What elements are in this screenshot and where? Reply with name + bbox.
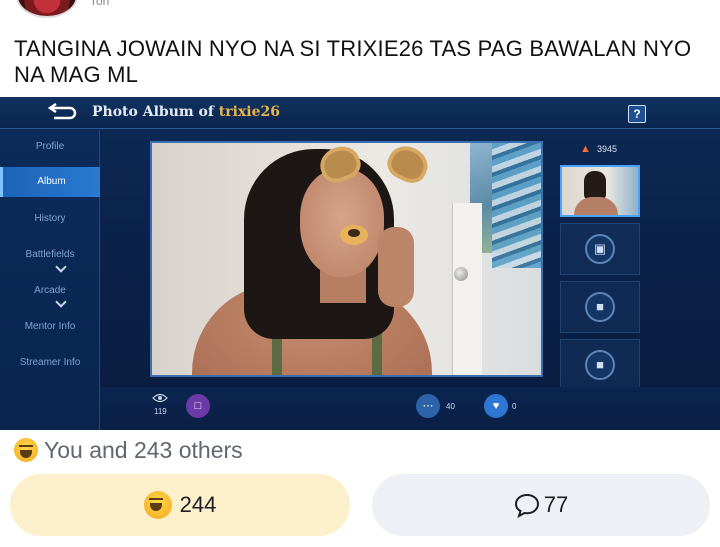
sidebar-item-battlefields[interactable]: Battlefields	[0, 240, 100, 270]
haha-reaction-button[interactable]: 244	[10, 474, 350, 536]
locked-slot[interactable]: ■	[560, 339, 640, 391]
author-avatar[interactable]	[16, 0, 78, 18]
reaction-summary-text: You and 243 others	[44, 437, 243, 463]
dog-nose-filter	[340, 225, 368, 245]
lock-icon: ■	[585, 350, 615, 380]
help-icon[interactable]: ?	[628, 105, 646, 123]
game-topbar: Photo Album of trixie26 ?	[0, 97, 720, 129]
sidebar-item-mentor-info[interactable]: Mentor Info	[0, 312, 100, 342]
haha-count: 244	[179, 492, 217, 517]
photo-thumbnail[interactable]	[560, 165, 640, 217]
photo-door-knob	[454, 267, 468, 281]
author-name[interactable]: ron	[92, 0, 109, 8]
sidebar-item-album[interactable]: Album	[0, 167, 100, 197]
camera-icon[interactable]: ▣	[585, 234, 615, 264]
like-count: 3945	[597, 144, 618, 154]
sidebar-item-profile[interactable]: Profile	[0, 132, 100, 162]
heart-icon[interactable]: ♥	[484, 394, 508, 418]
album-username: trixie26	[218, 104, 281, 120]
comment-count: 77	[543, 492, 569, 517]
reaction-summary[interactable]: You and 243 others	[14, 436, 243, 464]
game-screenshot[interactable]: Photo Album of trixie26 ? Profile Album …	[0, 97, 720, 430]
album-title: Photo Album of trixie26	[92, 104, 280, 120]
upload-slot[interactable]: ▣	[560, 223, 640, 275]
comment-icon	[514, 493, 539, 518]
chat-icon[interactable]: ⋯	[416, 394, 440, 418]
view-count: 119	[154, 407, 167, 416]
photo-face	[300, 169, 384, 277]
comments-button[interactable]: 77	[372, 474, 710, 536]
lock-icon: ■	[585, 292, 615, 322]
game-sidebar: Profile Album History Battlefields Arcad…	[0, 130, 100, 430]
fire-icon: ▲	[580, 143, 591, 155]
album-photo[interactable]	[150, 141, 543, 377]
eye-icon	[152, 393, 168, 403]
sidebar-item-arcade[interactable]: Arcade	[0, 276, 100, 306]
photo-curtain	[492, 143, 541, 268]
haha-emoji-icon	[14, 438, 38, 462]
dog-ear-filter-right	[382, 143, 434, 188]
back-arrow-icon[interactable]	[44, 103, 78, 123]
locked-slot[interactable]: ■	[560, 281, 640, 333]
photo-hand	[378, 227, 414, 307]
game-comment-count: 40	[446, 402, 455, 411]
post-caption: TANGINA JOWAIN NYO NA SI TRIXIE26 TAS PA…	[14, 36, 692, 87]
heart-count: 0	[512, 402, 517, 411]
sidebar-item-streamer-info[interactable]: Streamer Info	[0, 348, 100, 378]
game-bottom-bar: 119 □ ⋯ 40 ♥ 0	[100, 387, 720, 430]
gift-icon[interactable]: □	[186, 394, 210, 418]
haha-emoji-icon	[143, 491, 172, 519]
album-title-prefix: Photo Album of	[92, 104, 219, 120]
sidebar-item-history[interactable]: History	[0, 204, 100, 234]
photo-door	[452, 203, 482, 375]
